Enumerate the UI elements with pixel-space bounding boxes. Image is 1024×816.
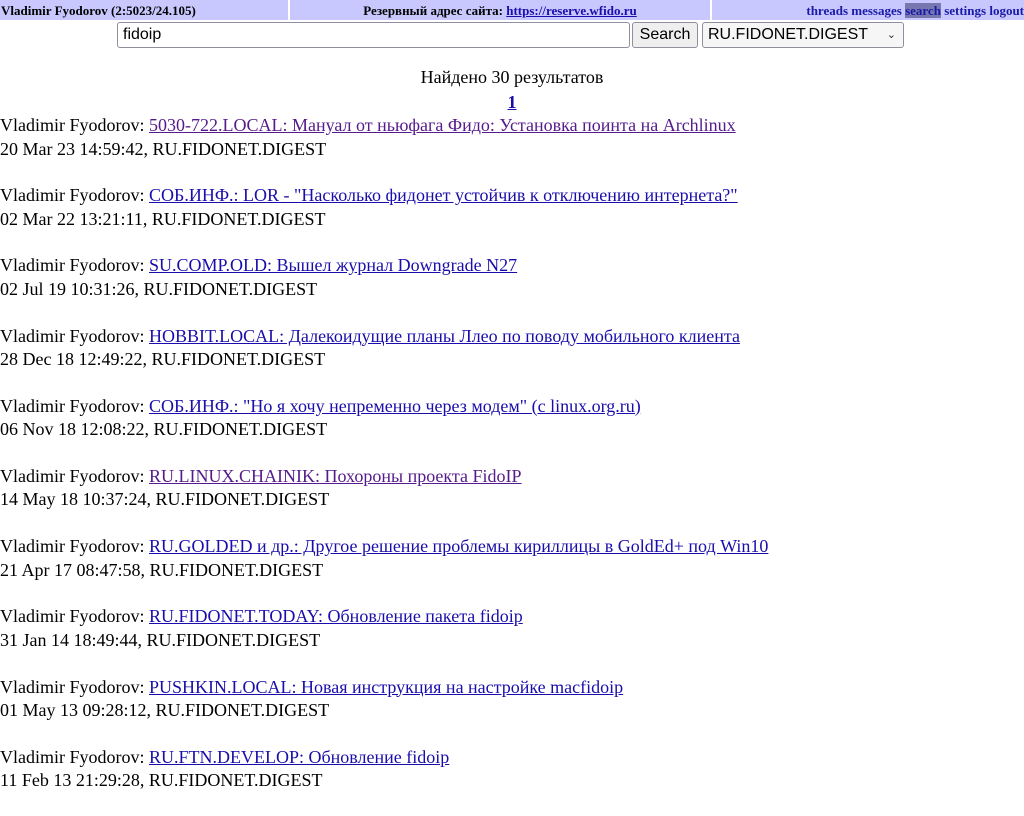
- result-meta: 31 Jan 14 18:49:44, RU.FIDONET.DIGEST: [0, 629, 321, 650]
- top-nav: threads messages search settings logout: [712, 0, 1024, 20]
- result-meta: 02 Jul 19 10:31:26, RU.FIDONET.DIGEST: [0, 278, 318, 299]
- result-link[interactable]: RU.GOLDED и др.: Другое решение проблемы…: [149, 536, 768, 556]
- result-item: Vladimir Fyodorov: SU.COMP.OLD: Вышел жу…: [0, 254, 1024, 324]
- result-author: Vladimir Fyodorov:: [0, 395, 145, 416]
- result-link[interactable]: RU.LINUX.CHAINIK: Похороны проекта FidoI…: [149, 466, 522, 486]
- result-meta: 14 May 18 10:37:24, RU.FIDONET.DIGEST: [0, 489, 330, 510]
- pagination: 1: [0, 91, 1024, 113]
- result-title-line: Vladimir Fyodorov: RU.FTN.DEVELOP: Обнов…: [0, 746, 1024, 770]
- top-bar: Vladimir Fyodorov (2:5023/24.105) Резерв…: [0, 0, 1024, 20]
- result-title-line: Vladimir Fyodorov: RU.GOLDED и др.: Друг…: [0, 535, 1024, 559]
- result-link[interactable]: SU.COMP.OLD: Вышел журнал Downgrade N27: [149, 255, 517, 275]
- result-author: Vladimir Fyodorov:: [0, 606, 145, 627]
- result-item: Vladimir Fyodorov: RU.FIDONET.TODAY: Обн…: [0, 605, 1024, 675]
- search-button[interactable]: Search: [632, 22, 698, 48]
- result-item: Vladimir Fyodorov: HOBBIT.LOCAL: Далекои…: [0, 325, 1024, 395]
- result-title-line: Vladimir Fyodorov: 5030-722.LOCAL: Мануа…: [0, 114, 1024, 138]
- nav-logout[interactable]: logout: [989, 3, 1024, 18]
- result-title-line: Vladimir Fyodorov: HOBBIT.LOCAL: Далекои…: [0, 325, 1024, 349]
- result-meta: 28 Dec 18 12:49:22, RU.FIDONET.DIGEST: [0, 349, 326, 370]
- result-author: Vladimir Fyodorov:: [0, 746, 145, 767]
- result-author: Vladimir Fyodorov:: [0, 325, 145, 346]
- page-link[interactable]: 1: [508, 92, 517, 112]
- result-item: Vladimir Fyodorov: СОБ.ИНФ.: "Но я хочу …: [0, 395, 1024, 465]
- chevron-down-icon: ⌄: [886, 29, 896, 41]
- nav-search[interactable]: search: [905, 3, 941, 18]
- result-title-line: Vladimir Fyodorov: RU.FIDONET.TODAY: Обн…: [0, 605, 1024, 629]
- user-info: Vladimir Fyodorov (2:5023/24.105): [0, 0, 288, 20]
- result-author: Vladimir Fyodorov:: [0, 536, 145, 557]
- result-author: Vladimir Fyodorov:: [0, 115, 145, 135]
- search-form: Search RU.FIDONET.DIGEST ⌄: [0, 20, 1024, 50]
- result-author: Vladimir Fyodorov:: [0, 185, 145, 206]
- nav-threads[interactable]: threads: [806, 3, 848, 18]
- result-meta: 21 Apr 17 08:47:58, RU.FIDONET.DIGEST: [0, 559, 324, 580]
- result-link[interactable]: PUSHKIN.LOCAL: Новая инструкция на настр…: [149, 677, 623, 697]
- result-title-line: Vladimir Fyodorov: СОБ.ИНФ.: "Но я хочу …: [0, 395, 1024, 419]
- result-title-line: Vladimir Fyodorov: PUSHKIN.LOCAL: Новая …: [0, 676, 1024, 700]
- nav-messages[interactable]: messages: [851, 3, 902, 18]
- result-title-line: Vladimir Fyodorov: RU.LINUX.CHAINIK: Пох…: [0, 465, 1024, 489]
- results-summary: Найдено 30 результатов: [420, 67, 604, 87]
- result-item: Vladimir Fyodorov: RU.GOLDED и др.: Друг…: [0, 535, 1024, 605]
- nav-settings[interactable]: settings: [944, 3, 986, 18]
- result-title-line: Vladimir Fyodorov: СОБ.ИНФ.: LOR - "Наск…: [0, 184, 1024, 208]
- result-link[interactable]: HOBBIT.LOCAL: Далекоидущие планы Ллео по…: [149, 326, 740, 346]
- result-author: Vladimir Fyodorov:: [0, 676, 145, 697]
- area-select-value: RU.FIDONET.DIGEST: [708, 26, 869, 43]
- result-link[interactable]: СОБ.ИНФ.: LOR - "Насколько фидонет устой…: [149, 185, 738, 205]
- result-item: Vladimir Fyodorov: 5030-722.LOCAL: Мануа…: [0, 114, 1024, 184]
- reserve-address: Резервный адрес сайта: https://reserve.w…: [290, 0, 710, 20]
- result-link[interactable]: СОБ.ИНФ.: "Но я хочу непременно через мо…: [149, 396, 641, 416]
- area-select[interactable]: RU.FIDONET.DIGEST ⌄: [702, 22, 904, 48]
- result-meta: 20 Mar 23 14:59:42, RU.FIDONET.DIGEST: [0, 138, 327, 159]
- result-item: Vladimir Fyodorov: СОБ.ИНФ.: LOR - "Наск…: [0, 184, 1024, 254]
- result-meta: 02 Mar 22 13:21:11, RU.FIDONET.DIGEST: [0, 208, 326, 229]
- result-item: Vladimir Fyodorov: RU.LINUX.CHAINIK: Пох…: [0, 465, 1024, 535]
- search-input[interactable]: [117, 22, 630, 48]
- result-item: Vladimir Fyodorov: PUSHKIN.LOCAL: Новая …: [0, 676, 1024, 746]
- result-title-line: Vladimir Fyodorov: SU.COMP.OLD: Вышел жу…: [0, 254, 1024, 278]
- result-meta: 11 Feb 13 21:29:28, RU.FIDONET.DIGEST: [0, 770, 323, 791]
- result-item: Vladimir Fyodorov: RU.FTN.DEVELOP: Обнов…: [0, 746, 1024, 816]
- results-list: Vladimir Fyodorov: 5030-722.LOCAL: Мануа…: [0, 114, 1024, 816]
- reserve-label: Резервный адрес сайта:: [363, 3, 503, 18]
- result-link[interactable]: RU.FTN.DEVELOP: Обновление fidoip: [149, 747, 449, 767]
- result-meta: 01 May 13 09:28:12, RU.FIDONET.DIGEST: [0, 700, 330, 720]
- result-link[interactable]: 5030-722.LOCAL: Мануал от ньюфага Фидо: …: [149, 115, 736, 135]
- result-link[interactable]: RU.FIDONET.TODAY: Обновление пакета fido…: [149, 606, 523, 626]
- result-author: Vladimir Fyodorov:: [0, 255, 145, 276]
- reserve-link[interactable]: https://reserve.wfido.ru: [506, 3, 636, 18]
- result-meta: 06 Nov 18 12:08:22, RU.FIDONET.DIGEST: [0, 419, 328, 440]
- result-author: Vladimir Fyodorov:: [0, 465, 145, 486]
